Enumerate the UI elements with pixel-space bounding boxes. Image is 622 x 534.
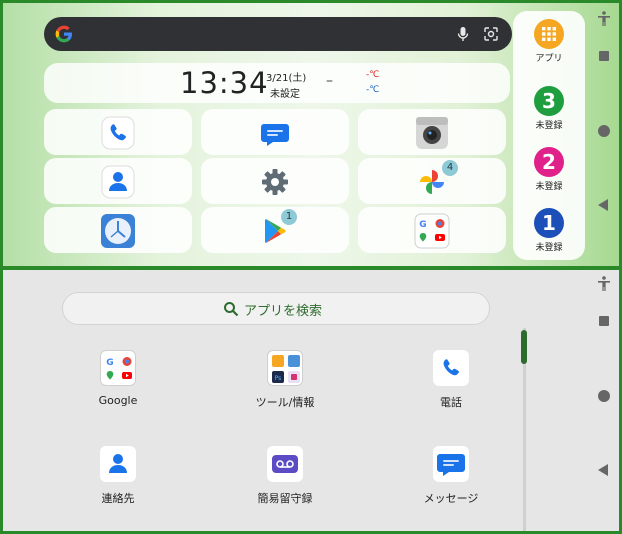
navigation-bar <box>589 270 619 531</box>
weather-dash: – <box>326 73 333 89</box>
app-name: Google <box>98 394 138 407</box>
phone-icon <box>101 116 135 150</box>
voicemail-icon <box>267 446 303 482</box>
accessibility-icon[interactable] <box>597 11 611 27</box>
search-icon <box>224 302 239 317</box>
tile-settings[interactable] <box>201 158 349 204</box>
temp-low: -℃ <box>366 85 380 95</box>
tile-messages[interactable] <box>201 109 349 155</box>
notification-badge: 1 <box>281 209 297 225</box>
app-search-placeholder: アプリを検索 <box>244 304 323 319</box>
home-screen: 13:34 3/21(土) 未設定 – -℃ -℃ 4 1 G アプリ 3 未登… <box>3 3 619 266</box>
temp-high: -℃ <box>366 70 380 80</box>
recents-icon[interactable] <box>599 51 609 61</box>
app-google[interactable]: G Google <box>58 350 178 407</box>
lens-icon[interactable] <box>482 25 500 43</box>
messages-icon <box>433 446 469 482</box>
contacts-icon <box>100 446 136 482</box>
app-phone[interactable]: 電話 <box>391 350 511 410</box>
shortcut-label: 未登録 <box>535 121 563 131</box>
google-folder-icon: G <box>100 350 136 386</box>
screenshot-frame: 13:34 3/21(土) 未設定 – -℃ -℃ 4 1 G アプリ 3 未登… <box>0 0 622 534</box>
app-voicemail[interactable]: 簡易留守録 <box>225 446 345 506</box>
shortcut-number: 1 <box>534 208 564 238</box>
contacts-icon <box>101 165 135 199</box>
apps-grid-icon <box>534 19 564 49</box>
apps-label: アプリ <box>535 54 563 64</box>
svg-text:G: G <box>106 358 113 368</box>
navigation-bar <box>589 3 619 266</box>
shortcut-label: 未登録 <box>535 243 563 253</box>
app-search-bar[interactable]: アプリを検索 <box>62 292 490 325</box>
app-drawer: アプリを検索 G Google Ps ツール/情報 電話 連絡先 簡易留守録 メ… <box>3 270 619 531</box>
clock-status: 未設定 <box>270 89 300 100</box>
accessibility-icon[interactable] <box>597 276 611 292</box>
back-icon[interactable] <box>598 464 608 476</box>
shortcut-1[interactable]: 1 未登録 <box>513 208 585 253</box>
side-shortcut-panel: アプリ 3 未登録 2 未登録 1 未登録 <box>513 11 585 260</box>
clock-widget[interactable]: 13:34 3/21(土) 未設定 – -℃ -℃ <box>44 63 510 103</box>
tile-google-folder[interactable]: G <box>358 207 506 253</box>
phone-icon <box>433 350 469 386</box>
shortcut-3[interactable]: 3 未登録 <box>513 86 585 131</box>
shortcut-2[interactable]: 2 未登録 <box>513 147 585 192</box>
tile-camera[interactable] <box>358 109 506 155</box>
notification-badge: 4 <box>442 160 458 176</box>
app-contacts[interactable]: 連絡先 <box>58 446 178 506</box>
tools-folder-icon: Ps <box>267 350 303 386</box>
tile-photos[interactable]: 4 <box>358 158 506 204</box>
google-folder-icon: G <box>414 213 450 249</box>
app-name: 連絡先 <box>101 492 135 505</box>
google-logo-icon <box>55 25 72 43</box>
svg-text:G: G <box>419 220 426 230</box>
home-icon[interactable] <box>598 390 610 402</box>
tile-contacts[interactable] <box>44 158 192 204</box>
clock-time: 13:34 <box>180 66 269 100</box>
tile-play-store[interactable]: 1 <box>201 207 349 253</box>
app-name: メッセージ <box>423 492 479 505</box>
app-messages[interactable]: メッセージ <box>391 446 511 506</box>
mic-icon[interactable] <box>454 25 472 43</box>
google-search-bar[interactable] <box>44 17 512 51</box>
shortcut-label: 未登録 <box>535 182 563 192</box>
scrollbar-thumb[interactable] <box>521 330 527 364</box>
messages-icon <box>261 124 289 146</box>
app-name: ツール/情報 <box>255 396 315 409</box>
app-name: 簡易留守録 <box>257 492 313 505</box>
clock-date: 3/21(土) <box>266 73 307 84</box>
apps-button[interactable]: アプリ <box>513 19 585 64</box>
app-name: 電話 <box>440 396 462 409</box>
home-icon[interactable] <box>598 125 610 137</box>
settings-gear-icon <box>262 169 288 195</box>
shortcut-number: 2 <box>534 147 564 177</box>
back-icon[interactable] <box>598 199 608 211</box>
shortcut-number: 3 <box>534 86 564 116</box>
clock-app-icon <box>101 214 135 248</box>
tile-clock[interactable] <box>44 207 192 253</box>
camera-icon <box>416 117 448 149</box>
svg-text:Ps: Ps <box>275 375 282 382</box>
app-tools-folder[interactable]: Ps ツール/情報 <box>225 350 345 410</box>
tile-phone[interactable] <box>44 109 192 155</box>
recents-icon[interactable] <box>599 316 609 326</box>
